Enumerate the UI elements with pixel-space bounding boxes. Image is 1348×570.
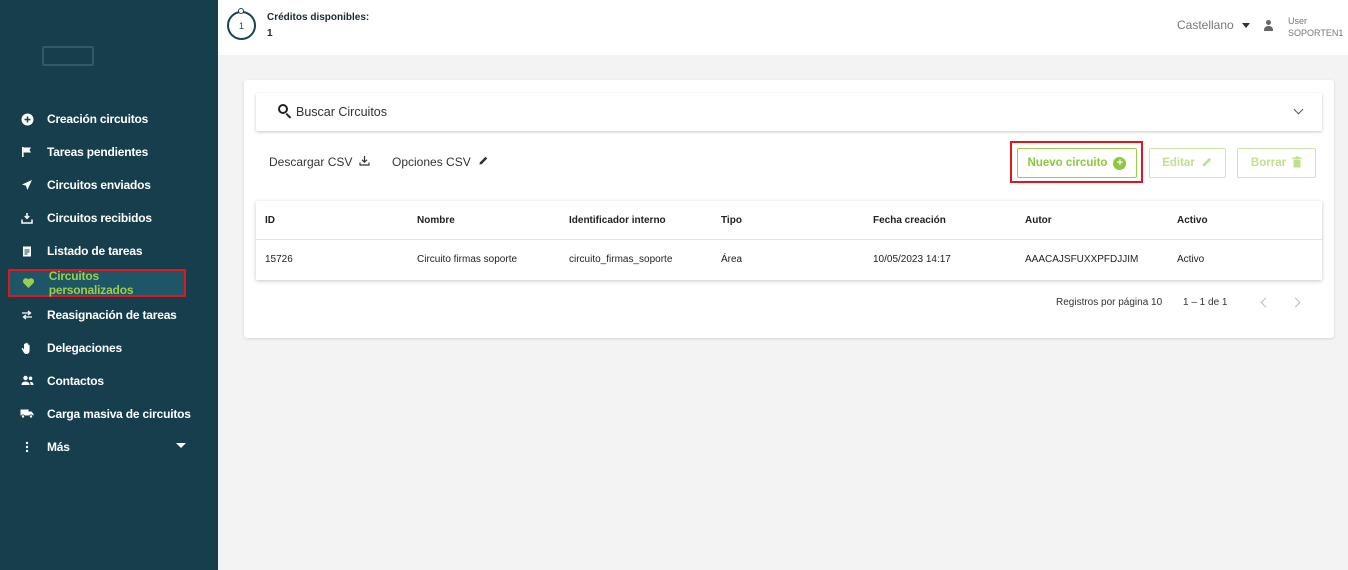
swap-icon [20, 308, 34, 322]
pagination-range: 1 – 1 de 1 [1183, 297, 1228, 308]
chevron-down-icon[interactable] [1293, 104, 1304, 115]
sidebar-item-circuitos-recibidos[interactable]: Circuitos recibidos [0, 201, 218, 234]
sidebar-item-circuitos-personalizados[interactable]: Circuitos personalizados [8, 268, 186, 297]
search-label: Buscar Circuitos [296, 105, 387, 119]
pencil-icon [1201, 156, 1213, 171]
delete-label: Borrar [1250, 157, 1287, 169]
trash-icon [1292, 155, 1302, 171]
more-vertical-icon [20, 440, 34, 454]
sidebar-item-tareas-pendientes[interactable]: Tareas pendientes [0, 136, 218, 169]
download-csv-link[interactable]: Descargar CSV [269, 155, 370, 169]
sidebar-item-creacion-circuitos[interactable]: Creación circuitos [0, 103, 218, 136]
topbar: 1 Créditos disponibles: 1 Castellano Use… [218, 0, 1348, 55]
hand-icon [20, 341, 34, 355]
column-header-autor[interactable]: Autor [1025, 201, 1052, 240]
column-header-identificador[interactable]: Identificador interno [569, 201, 666, 240]
chevron-down-icon [1241, 22, 1250, 28]
sidebar-item-label: Carga masiva de circuitos [47, 406, 191, 421]
column-header-fecha[interactable]: Fecha creación [873, 201, 946, 240]
clipboard-icon [20, 244, 34, 258]
cell-activo: Activo [1177, 254, 1205, 265]
delete-button[interactable]: Borrar [1237, 148, 1316, 178]
user-label: User [1288, 16, 1308, 26]
circuits-card: Buscar Circuitos Descargar CSV Opciones … [244, 80, 1334, 338]
language-label: Castellano [1177, 18, 1234, 32]
sidebar-item-label: Contactos [47, 373, 104, 388]
credits-count: 1 [238, 20, 244, 31]
sidebar-item-carga-masiva[interactable]: Carga masiva de circuitos [0, 397, 218, 430]
cell-fecha: 10/05/2023 14:17 [873, 254, 951, 265]
sidebar-item-circuitos-enviados[interactable]: Circuitos enviados [0, 169, 218, 202]
search-panel[interactable]: Buscar Circuitos [256, 93, 1322, 131]
logo-mark [42, 46, 94, 66]
rows-per-page-label[interactable]: Registros por página 10 [1056, 297, 1162, 308]
sidebar-item-mas[interactable]: Más [0, 430, 218, 463]
edit-button[interactable]: Editar [1149, 148, 1226, 178]
sidebar-item-label: Reasignación de tareas [47, 308, 177, 323]
download-csv-label: Descargar CSV [269, 155, 353, 169]
sidebar-item-listado-de-tareas[interactable]: Listado de tareas [0, 234, 218, 267]
new-circuit-button[interactable]: Nuevo circuito + [1017, 148, 1137, 178]
chevron-down-icon [176, 443, 186, 449]
credits-label: Créditos disponibles: [267, 12, 370, 23]
sidebar-item-label: Circuitos enviados [47, 177, 151, 192]
chevron-right-icon[interactable] [1290, 297, 1301, 308]
sidebar: Creación circuitos Tareas pendientes Cir… [0, 0, 218, 570]
send-icon [20, 178, 34, 192]
sidebar-item-delegaciones[interactable]: Delegaciones [0, 332, 218, 365]
download-icon [359, 155, 370, 169]
plus-circle-icon: + [1113, 156, 1127, 170]
truck-icon [20, 407, 34, 421]
app-logo [42, 38, 172, 78]
sidebar-item-contactos[interactable]: Contactos [0, 365, 218, 398]
table-row[interactable]: 15726 Circuito firmas soporte circuito_f… [256, 240, 1322, 279]
sidebar-item-label: Circuitos recibidos [47, 210, 152, 225]
column-header-id[interactable]: ID [265, 201, 275, 240]
flag-icon [20, 145, 34, 159]
credits-counter: 1 [227, 11, 256, 40]
heart-icon [22, 276, 36, 290]
chevron-left-icon[interactable] [1260, 297, 1271, 308]
search-icon [278, 104, 292, 119]
sidebar-nav: Creación circuitos Tareas pendientes Cir… [0, 103, 218, 463]
sidebar-item-label: Tareas pendientes [47, 145, 149, 160]
csv-options-label: Opciones CSV [392, 155, 471, 169]
sidebar-item-label: Circuitos personalizados [48, 268, 134, 297]
cell-identificador: circuito_firmas_soporte [569, 254, 673, 265]
sidebar-item-label: Creación circuitos [47, 112, 149, 127]
column-header-tipo[interactable]: Tipo [721, 201, 742, 240]
sidebar-item-reasignacion-de-tareas[interactable]: Reasignación de tareas [0, 299, 218, 332]
edit-label: Editar [1162, 157, 1195, 169]
circuits-table: ID Nombre Identificador interno Tipo Fec… [256, 201, 1322, 280]
column-header-nombre[interactable]: Nombre [417, 201, 455, 240]
inbox-icon [20, 211, 34, 225]
cell-nombre: Circuito firmas soporte [417, 254, 518, 265]
sidebar-item-label: Más [47, 439, 70, 454]
user-icon[interactable] [1264, 20, 1273, 32]
new-circuit-label: Nuevo circuito [1027, 157, 1108, 169]
csv-options-link[interactable]: Opciones CSV [392, 155, 489, 169]
plus-circle-icon [20, 112, 34, 126]
cell-autor: AAACAJSFUXXPFDJJIM [1025, 254, 1139, 265]
credits-indicator-dot [238, 8, 244, 14]
contacts-icon [20, 374, 34, 388]
cell-id: 15726 [265, 254, 293, 265]
language-selector[interactable]: Castellano [1177, 18, 1250, 32]
sidebar-item-label: Listado de tareas [47, 243, 143, 258]
pencil-icon [478, 155, 489, 169]
sidebar-item-label: Delegaciones [47, 341, 122, 356]
cell-tipo: Área [721, 254, 743, 265]
column-header-activo[interactable]: Activo [1177, 201, 1208, 240]
user-name[interactable]: SOPORTEN1 [1288, 28, 1343, 38]
credits-value: 1 [267, 28, 273, 39]
table-header-row: ID Nombre Identificador interno Tipo Fec… [256, 201, 1322, 240]
